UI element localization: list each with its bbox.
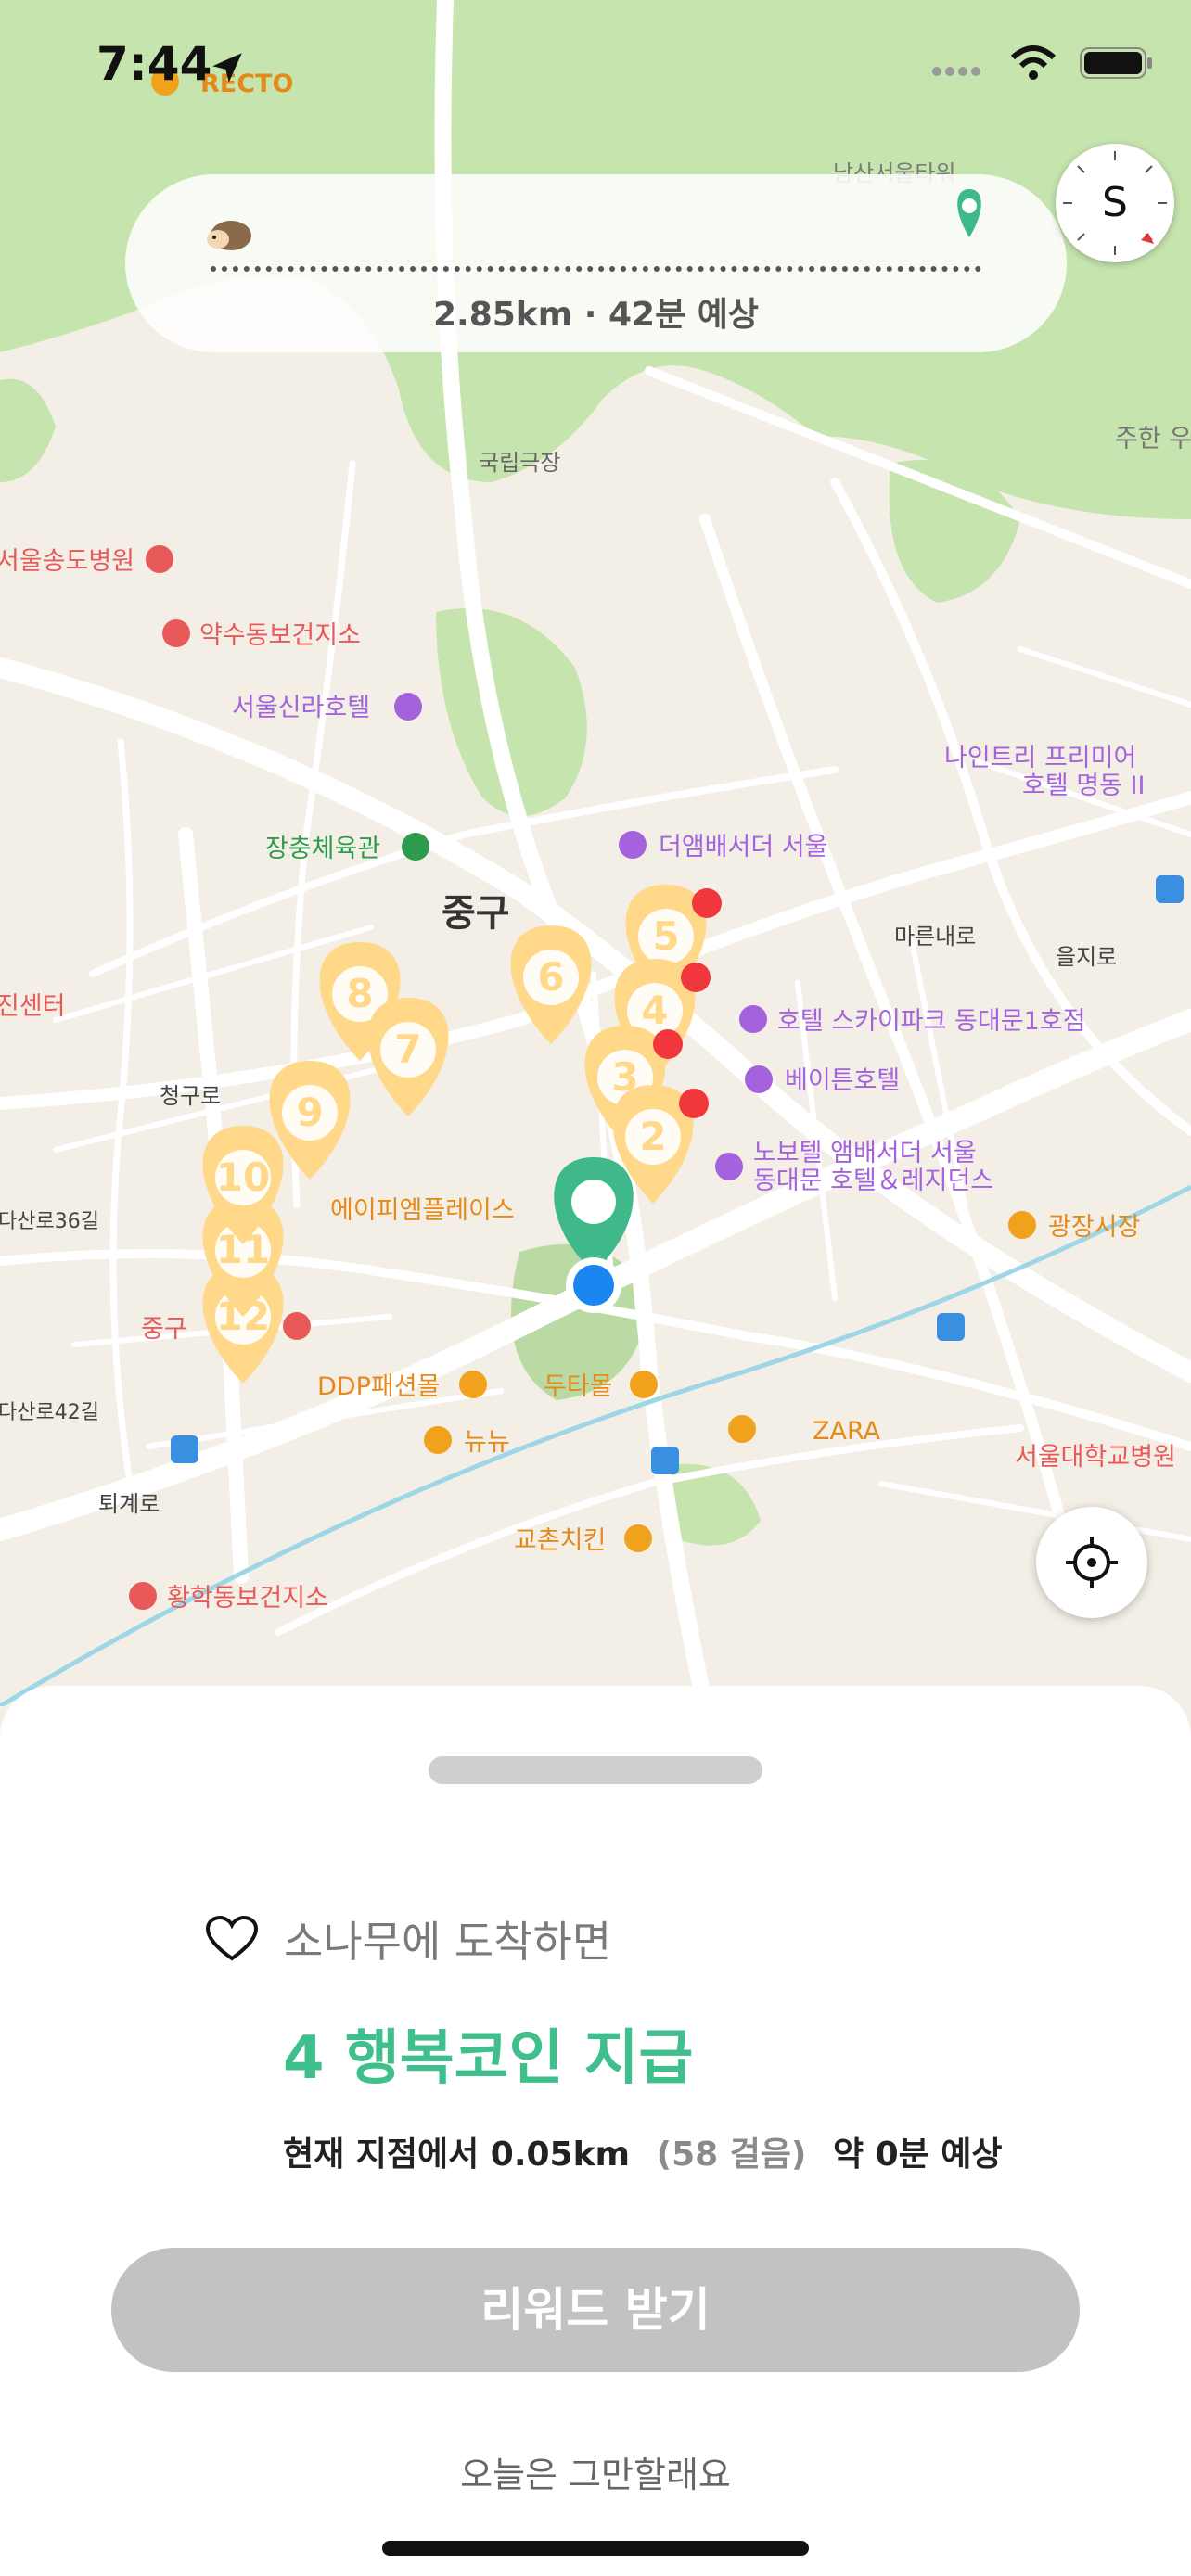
visited-dot (692, 888, 722, 918)
route-marker-label: 4 (641, 988, 668, 1033)
poi-label: 중구 (141, 1315, 187, 1344)
hospital-icon (129, 1582, 157, 1610)
destination-marker-icon (957, 189, 981, 237)
poi-label: 노보텔 앰배서더 서울 (753, 1139, 977, 1167)
distance-text: 현재 지점에서 0.05km (283, 2136, 631, 2174)
road-label: 을지로 (1056, 944, 1117, 970)
poi-label: 베이튼호텔 (785, 1066, 900, 1095)
poi-label: 뉴뉴 (464, 1428, 510, 1457)
district-label: 중구 (442, 892, 510, 935)
hospital-icon (146, 545, 173, 573)
road-label: 청구로 (160, 1083, 221, 1109)
subway-icon (171, 1435, 198, 1463)
hotel-icon (739, 1005, 767, 1033)
poi-label: 서울대학교병원 (1015, 1443, 1176, 1472)
poi-label: 교촌치킨 (514, 1526, 606, 1555)
poi-label: 서울신라호텔 (232, 694, 370, 722)
landmark-label: 국립극장 (479, 450, 560, 476)
quit-for-today-link[interactable]: 오늘은 그만할래요 (0, 2446, 1191, 2497)
user-location-dot (566, 1257, 621, 1313)
hotel-icon (619, 831, 647, 859)
poi-label: 광장시장 (1048, 1213, 1140, 1242)
route-marker-label: 7 (394, 1027, 421, 1072)
compass-button[interactable]: S (1056, 144, 1174, 262)
route-summary: 2.85km · 42분 예상 (432, 296, 759, 334)
step-count: (58 걸음) (656, 2136, 807, 2174)
subway-icon (1156, 875, 1184, 903)
poi-label: 진센터 (0, 992, 66, 1021)
route-marker-label: 9 (296, 1090, 323, 1135)
food-icon (624, 1524, 652, 1552)
poi-label: 더앰배서더 서울 (659, 833, 827, 861)
route-progress-line (211, 266, 981, 272)
route-marker-label: 2 (639, 1114, 666, 1159)
poi-label: 서울송도병원 (0, 547, 134, 576)
subway-icon (937, 1313, 965, 1341)
visited-dot (679, 1089, 709, 1118)
wifi-icon (1010, 45, 1057, 80)
sheet-grabber[interactable] (429, 1756, 762, 1784)
poi-label: DDP패션몰 (317, 1372, 440, 1401)
poi-label: 장충체육관 (265, 835, 380, 863)
route-marker-label: 10 (216, 1154, 270, 1200)
hospital-icon (162, 619, 190, 647)
distance-info: 현재 지점에서 0.05km (58 걸음) 약 0분 예상 (283, 2127, 1003, 2175)
poi-label: 두타몰 (544, 1372, 613, 1401)
destination-label: 소나무에 도착하면 (284, 1917, 612, 1967)
subway-icon (651, 1447, 679, 1474)
road-label: 다산로42길 (0, 1401, 99, 1424)
shop-icon (424, 1426, 452, 1454)
shop-icon (459, 1371, 487, 1398)
hotel-icon (715, 1153, 743, 1180)
poi-label: 동대문 호텔＆레지던스 (753, 1167, 993, 1195)
compass-direction: S (1102, 179, 1128, 226)
visited-dot (681, 963, 711, 992)
shop-icon (728, 1415, 756, 1443)
status-time: 7:44 (96, 37, 212, 91)
current-location-button[interactable] (1036, 1507, 1147, 1618)
destination-row: 소나무에 도착하면 (206, 1908, 611, 1970)
poi-label: 약수동보건지소 (199, 621, 361, 650)
crosshair-icon (1066, 1537, 1118, 1588)
cellular-signal-icon (932, 67, 980, 76)
road-label: 마른내로 (894, 924, 976, 950)
shop-icon (630, 1371, 658, 1398)
shop-icon (1008, 1211, 1036, 1239)
route-marker-label: 5 (652, 913, 679, 959)
poi-label: ZARA (813, 1417, 881, 1446)
place-label: 주한 우 (1115, 425, 1191, 453)
hotel-icon (745, 1065, 773, 1093)
poi-label: 황학동보건지소 (167, 1584, 328, 1613)
heart-icon (206, 1916, 258, 1961)
reward-bottom-sheet: 소나무에 도착하면 4 행복코인 지급 현재 지점에서 0.05km (58 걸… (0, 1686, 1191, 2576)
hospital-icon (283, 1312, 311, 1340)
sports-icon (402, 833, 429, 861)
poi-label: 호텔 명동 II (1022, 772, 1145, 800)
location-arrow-icon (212, 53, 242, 83)
poi-label: 호텔 스카이파크 동대문1호점 (777, 1007, 1085, 1036)
poi-label: 에이피엠플레이스 (330, 1196, 515, 1225)
visited-dot (653, 1029, 683, 1059)
hedgehog-icon (203, 211, 253, 252)
road-label: 다산로36길 (0, 1210, 99, 1233)
battery-icon (1080, 47, 1152, 79)
status-icons (931, 45, 1154, 82)
poi-label: 나인트리 프리미어 (944, 744, 1136, 772)
home-indicator (382, 2541, 809, 2556)
road-label: 퇴계로 (98, 1491, 160, 1517)
route-marker-label: 8 (346, 971, 373, 1016)
claim-reward-button[interactable]: 리워드 받기 (111, 2248, 1080, 2372)
route-progress-card: 2.85km · 42분 예상 (125, 174, 1067, 352)
reward-amount: 4 행복코인 지급 (283, 2024, 694, 2093)
route-marker-label: 6 (537, 954, 564, 1000)
hotel-icon (394, 693, 422, 721)
eta-text: 약 0분 예상 (832, 2136, 1003, 2174)
